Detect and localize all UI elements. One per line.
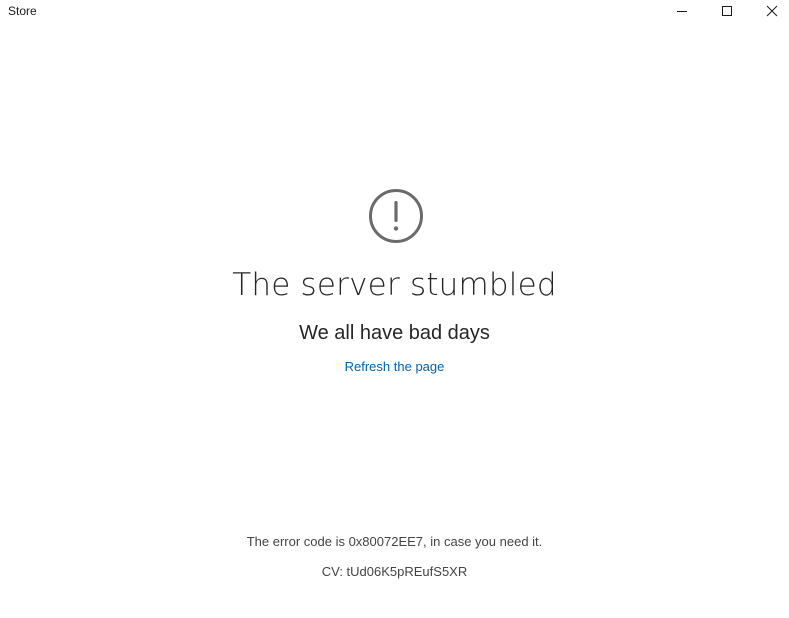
error-headline: The server stumbled (232, 267, 557, 303)
store-window: Store The server stumbled We all have ba… (0, 0, 789, 618)
error-code-text: The error code is 0x80072EE7, in case yo… (246, 534, 543, 549)
exclamation-circle-icon (369, 189, 423, 243)
cv-code-text: CV: tUd06K5pREufS5XR (321, 564, 468, 579)
refresh-page-link[interactable]: Refresh the page (345, 359, 445, 374)
refresh-link-container: Refresh the page (0, 358, 789, 376)
error-subhead: We all have bad days (299, 322, 490, 344)
error-page: The server stumbled We all have bad days… (0, 0, 789, 618)
